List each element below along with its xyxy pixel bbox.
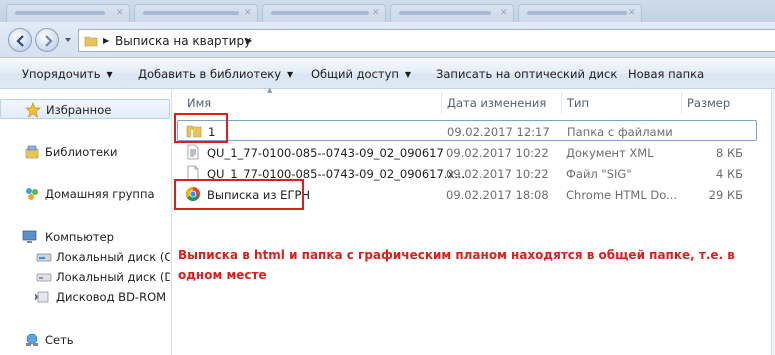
nav-computer-label: Компьютер bbox=[45, 230, 114, 244]
file-date: 09.02.2017 12:17 bbox=[447, 125, 550, 139]
column-header-size[interactable]: Размер bbox=[687, 96, 730, 110]
annotation-note: Выписка в html и папка с графическим пла… bbox=[178, 248, 735, 282]
nav-drive-bd[interactable]: Дисковод BD-ROM ( bbox=[0, 287, 170, 307]
back-arrow-icon bbox=[16, 35, 24, 47]
file-size: 29 КБ bbox=[708, 188, 743, 202]
nav-drive-d-label: Локальный диск (D: bbox=[56, 270, 170, 284]
column-divider[interactable] bbox=[561, 92, 562, 114]
navigation-pane: Избранное Библиотеки Домашняя группа Ком… bbox=[0, 90, 172, 355]
navigation-bar: ▶ Выписка на квартиру ▶ bbox=[0, 22, 775, 58]
nav-drive-c-label: Локальный диск (C: bbox=[56, 250, 170, 264]
file-size: 8 КБ bbox=[715, 146, 743, 160]
tab-blurred-4[interactable]: ✕ bbox=[390, 4, 514, 22]
tab-blurred-2[interactable]: ✕ bbox=[134, 4, 258, 22]
nav-favorites-label: Избранное bbox=[46, 103, 112, 117]
hard-drive-icon bbox=[36, 273, 52, 282]
nav-libraries-label: Библиотеки bbox=[45, 145, 118, 159]
nav-homegroup-label: Домашняя группа bbox=[45, 187, 155, 201]
column-divider[interactable] bbox=[441, 92, 442, 114]
forward-arrow-icon bbox=[45, 35, 53, 47]
homegroup-icon bbox=[26, 188, 38, 200]
close-icon[interactable]: ✕ bbox=[116, 9, 124, 18]
xml-document-icon bbox=[187, 144, 199, 160]
file-date: 09.02.2017 18:08 bbox=[446, 188, 549, 202]
tab-blurred-3[interactable]: ✕ bbox=[262, 4, 386, 22]
close-icon[interactable]: ✕ bbox=[500, 9, 508, 18]
close-icon[interactable]: ✕ bbox=[628, 9, 636, 18]
nav-homegroup[interactable]: Домашняя группа bbox=[0, 184, 170, 204]
column-header-date[interactable]: Дата изменения bbox=[447, 96, 546, 110]
tab-blurred-5[interactable]: ✕ bbox=[518, 4, 642, 22]
breadcrumb-current-folder[interactable]: Выписка на квартиру bbox=[115, 34, 251, 48]
folder-icon bbox=[84, 36, 98, 47]
column-divider[interactable] bbox=[681, 92, 682, 114]
file-date: 09.02.2017 10:22 bbox=[446, 167, 549, 181]
highlight-box-html bbox=[174, 179, 304, 210]
libraries-icon bbox=[25, 145, 39, 159]
file-name: QU_1_77-0100-085--0743-09_02_090617 bbox=[207, 146, 444, 160]
file-type: Chrome HTML Do... bbox=[566, 188, 678, 202]
sort-ascending-icon: ▲ bbox=[267, 86, 273, 94]
close-icon[interactable]: ✕ bbox=[372, 9, 380, 18]
new-folder-label: Новая папка bbox=[628, 67, 705, 81]
column-header-type[interactable]: Тип bbox=[567, 96, 589, 110]
tab-blurred-1[interactable]: ✕ bbox=[6, 4, 130, 22]
file-size: 4 КБ bbox=[715, 167, 743, 181]
file-list: ▲ Имя Дата изменения Тип Размер 1 09.02.… bbox=[173, 86, 775, 355]
file-type: Документ XML bbox=[566, 146, 654, 160]
add-to-library-button[interactable]: Добавить в библиотеку ▼ bbox=[138, 67, 293, 81]
address-bar[interactable]: ▶ Выписка на квартиру ▶ bbox=[78, 29, 775, 52]
file-type: Файл "SIG" bbox=[566, 167, 632, 181]
file-row-folder-1[interactable]: 1 09.02.2017 12:17 Папка с файлами bbox=[177, 120, 757, 141]
breadcrumb-separator-icon[interactable]: ▶ bbox=[246, 36, 252, 45]
chevron-down-icon: ▼ bbox=[287, 70, 294, 79]
back-button[interactable] bbox=[8, 28, 32, 52]
column-header-row: ▲ Имя Дата изменения Тип Размер bbox=[173, 86, 775, 114]
network-icon bbox=[26, 333, 38, 346]
burn-label: Записать на оптический диск bbox=[436, 67, 618, 81]
nav-drive-c[interactable]: Локальный диск (C: bbox=[0, 247, 170, 267]
share-button[interactable]: Общий доступ ▼ bbox=[311, 67, 411, 81]
forward-button[interactable] bbox=[35, 28, 59, 52]
computer-icon bbox=[22, 230, 37, 243]
nav-drive-bd-label: Дисковод BD-ROM ( bbox=[56, 290, 170, 304]
file-date: 09.02.2017 10:22 bbox=[446, 146, 549, 160]
burn-button[interactable]: Записать на оптический диск bbox=[436, 67, 617, 81]
scrollbar[interactable] bbox=[771, 90, 775, 355]
nav-network[interactable]: Сеть bbox=[0, 330, 170, 350]
nav-favorites[interactable]: Избранное bbox=[0, 99, 170, 119]
nav-network-label: Сеть bbox=[45, 333, 74, 347]
new-folder-button[interactable]: Новая папка bbox=[628, 67, 704, 81]
browser-tab-strip: ✕ ✕ ✕ ✕ ✕ bbox=[0, 0, 775, 22]
column-header-name[interactable]: Имя bbox=[187, 96, 211, 110]
organize-button[interactable]: Упорядочить ▼ bbox=[22, 67, 113, 81]
nav-drive-d[interactable]: Локальный диск (D: bbox=[0, 267, 170, 287]
breadcrumb-separator-icon[interactable]: ▶ bbox=[103, 36, 109, 45]
chevron-down-icon: ▼ bbox=[404, 70, 412, 79]
star-icon bbox=[25, 102, 41, 118]
chevron-down-icon: ▼ bbox=[106, 70, 113, 79]
highlight-box-folder bbox=[174, 113, 228, 143]
optical-drive-icon bbox=[34, 291, 49, 303]
file-type: Папка с файлами bbox=[567, 125, 673, 139]
share-label: Общий доступ bbox=[311, 67, 399, 81]
nav-libraries[interactable]: Библиотеки bbox=[0, 142, 170, 162]
recent-pages-chevron-icon[interactable] bbox=[64, 36, 72, 44]
add-to-library-label: Добавить в библиотеку bbox=[138, 67, 282, 81]
nav-computer[interactable]: Компьютер bbox=[0, 227, 170, 247]
command-toolbar: Упорядочить ▼ Добавить в библиотеку ▼ Общи… bbox=[0, 59, 775, 89]
close-icon[interactable]: ✕ bbox=[244, 9, 252, 18]
organize-label: Упорядочить bbox=[22, 67, 101, 81]
file-row-xml[interactable]: QU_1_77-0100-085--0743-09_02_090617 09.0… bbox=[177, 142, 757, 163]
hard-drive-icon bbox=[36, 253, 52, 262]
